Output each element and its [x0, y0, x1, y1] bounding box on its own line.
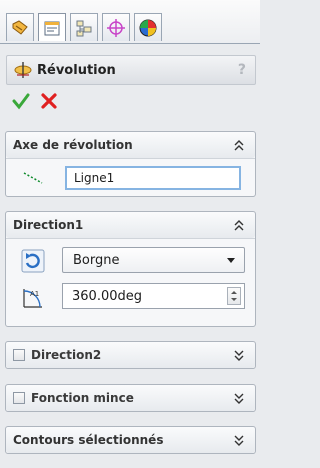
property-manager-title-bar: Révolution ? — [6, 55, 256, 85]
page-title: Révolution — [37, 62, 116, 78]
selected-contours-header[interactable]: Contours sélectionnés — [6, 427, 255, 453]
selected-contours-group: Contours sélectionnés — [5, 426, 256, 454]
thin-feature-header[interactable]: Fonction mince — [6, 385, 255, 411]
group-title: Fonction mince — [31, 391, 134, 405]
axis-group-body: Ligne1 — [6, 158, 255, 196]
axis-of-revolution-header[interactable]: Axe de révolution — [6, 132, 255, 158]
tab-bar-divider — [0, 43, 260, 44]
axis-field-value: Ligne1 — [74, 171, 115, 185]
thin-feature-checkbox[interactable] — [13, 392, 25, 404]
axis-of-revolution-group: Axe de révolution Ligne1 — [5, 131, 256, 197]
expand-chevrons-icon[interactable] — [233, 348, 245, 362]
display-manager-tab[interactable] — [134, 13, 162, 41]
collapse-chevrons-icon[interactable] — [233, 218, 245, 232]
group-title: Contours sélectionnés — [13, 433, 164, 447]
action-buttons — [12, 92, 58, 110]
collapse-chevrons-icon[interactable] — [233, 138, 245, 152]
direction1-header[interactable]: Direction1 — [6, 212, 255, 238]
reverse-direction-icon[interactable] — [21, 249, 45, 273]
expand-chevrons-icon[interactable] — [233, 391, 245, 405]
crosshair-target-icon — [107, 18, 125, 37]
expand-chevrons-icon[interactable] — [233, 433, 245, 447]
axis-line-icon — [23, 172, 43, 184]
property-manager-tab[interactable] — [38, 13, 66, 41]
angle-input[interactable]: 360.00deg — [62, 283, 245, 309]
end-condition-value: Borgne — [73, 252, 120, 268]
angle-spinner[interactable] — [227, 287, 241, 305]
group-title: Direction2 — [31, 348, 102, 362]
configuration-icon — [76, 20, 92, 36]
dimxpert-manager-tab[interactable] — [102, 13, 130, 41]
svg-text:A1: A1 — [30, 290, 39, 298]
thin-feature-group: Fonction mince — [5, 384, 256, 412]
direction1-body: Borgne A1 360.00deg — [6, 238, 255, 326]
cancel-button[interactable] — [40, 92, 58, 110]
help-button[interactable]: ? — [238, 62, 246, 78]
ok-button[interactable] — [12, 92, 30, 110]
property-sheet-icon — [44, 21, 60, 35]
direction2-header[interactable]: Direction2 — [6, 342, 255, 368]
direction2-group: Direction2 — [5, 341, 256, 369]
spinner-arrows-icon — [231, 291, 237, 301]
group-title: Direction1 — [13, 218, 84, 232]
configuration-manager-tab[interactable] — [70, 13, 98, 41]
angle-value: 360.00deg — [72, 288, 142, 304]
revolve-feature-icon — [14, 62, 32, 78]
group-title: Axe de révolution — [13, 138, 133, 152]
feature-tree-icon — [12, 19, 28, 35]
dropdown-arrow-icon — [227, 258, 235, 263]
angle-icon: A1 — [23, 289, 42, 308]
axis-selection-field[interactable]: Ligne1 — [65, 166, 241, 190]
manager-tab-bar — [0, 0, 260, 44]
feature-manager-tab[interactable] — [6, 13, 34, 41]
direction2-checkbox[interactable] — [13, 349, 25, 361]
direction1-group: Direction1 Borgne A1 360.00deg — [5, 211, 256, 327]
appearance-sphere-icon — [139, 19, 157, 36]
end-condition-select[interactable]: Borgne — [62, 247, 245, 273]
